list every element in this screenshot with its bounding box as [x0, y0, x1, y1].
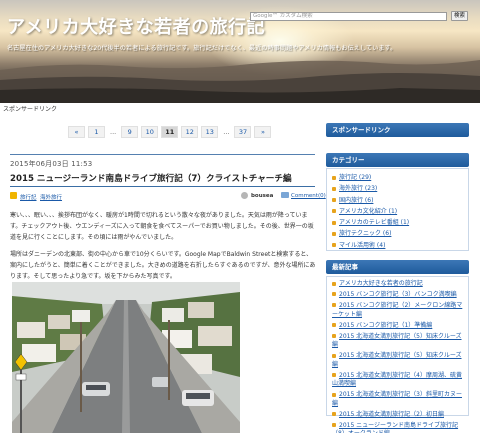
sidebar-recent-header: 最新記事	[326, 260, 469, 274]
bullet-icon	[332, 209, 336, 214]
bullet-icon	[332, 303, 336, 308]
sidebar-sponsor-header: スポンサードリンク	[326, 123, 469, 137]
divider	[10, 154, 315, 155]
page-link[interactable]: 12	[181, 126, 199, 138]
recent-post-item[interactable]: 2015 北海道女満別旅行記（3）斜里町カヌー編	[332, 391, 463, 408]
bullet-icon	[332, 423, 336, 428]
bullet-icon	[332, 220, 336, 225]
bullet-icon	[332, 186, 336, 191]
bullet-icon	[332, 323, 336, 328]
bullet-icon	[332, 231, 336, 236]
page-ellipsis: ...	[223, 128, 230, 136]
page-link[interactable]: 13	[201, 126, 219, 138]
recent-post-item[interactable]: 2015 北海道女満別旅行記（5）知床クルーズ編	[332, 352, 463, 369]
post-paragraph: 場所はダニーデンの北東部、街の中心から車で10分くらいです。Google Map…	[10, 251, 316, 280]
page-link[interactable]: 10	[141, 126, 159, 138]
page-link[interactable]: 37	[234, 126, 252, 138]
recent-post-item[interactable]: 2015 北海道女満別旅行記（4）摩周湖、硫黄山満喫編	[332, 372, 463, 389]
page-link[interactable]: 1	[88, 126, 105, 138]
recent-post-item[interactable]: 2015 バンコク旅行記（2）メークロン線路マーケット編	[332, 302, 463, 319]
category-link[interactable]: 海外旅行	[40, 193, 62, 201]
category-item[interactable]: アメリカ文化紹介 (1)	[332, 206, 463, 217]
search-button[interactable]: 検索	[451, 11, 468, 21]
bullet-icon	[332, 175, 336, 180]
recent-post-item[interactable]: 2015 バンコク旅行記（1）準備編	[332, 322, 463, 331]
pagination: « 1 ... 9 10 11 12 13 ... 37 »	[68, 126, 272, 138]
bullet-icon	[332, 292, 336, 297]
post-paragraph: 寒い、、、眠い、、、挨拶布団がなく、暖房が1時間で切れるという散々な夜がありまし…	[10, 212, 314, 241]
category-item[interactable]: 海外旅行 (23)	[332, 183, 463, 194]
bullet-icon	[332, 412, 336, 417]
bullet-icon	[332, 353, 336, 358]
category-list: 旅行記 (29) 海外旅行 (23) 国内旅行 (6) アメリカ文化紹介 (1)…	[327, 169, 468, 254]
recent-posts-box: アメリカ大好きな若者の旅行記 2015 バンコク旅行記（3）バンコク満喫編 20…	[326, 276, 469, 433]
folder-icon	[10, 192, 17, 199]
comment-icon	[281, 192, 289, 198]
recent-post-item[interactable]: 2015 北海道女満別旅行記（2）初日編	[332, 411, 463, 420]
comment-link[interactable]: Comment(0)	[291, 193, 326, 199]
user-icon	[241, 192, 248, 199]
page-current: 11	[161, 126, 179, 138]
bullet-icon	[332, 243, 336, 248]
page-ellipsis: ...	[110, 128, 117, 136]
recent-posts-list: アメリカ大好きな若者の旅行記 2015 バンコク旅行記（3）バンコク満喫編 20…	[327, 277, 468, 433]
recent-post-item[interactable]: 2015 バンコク旅行記（3）バンコク満喫編	[332, 291, 463, 300]
post-title[interactable]: 2015 ニュージーランド南島ドライブ旅行記（7）クライストチャーチ編	[10, 172, 292, 184]
category-box: 旅行記 (29) 海外旅行 (23) 国内旅行 (6) アメリカ文化紹介 (1)…	[326, 168, 469, 251]
post-author[interactable]: bousea	[251, 193, 273, 199]
sponsored-links-label: スポンサードリンク	[3, 106, 58, 113]
post-date: 2015年06月03日 11:53	[10, 160, 93, 168]
sidebar-category-header: カテゴリー	[326, 153, 469, 167]
page-next-button[interactable]: »	[254, 126, 272, 138]
site-title[interactable]: アメリカ大好きな若者の旅行記	[7, 13, 265, 39]
recent-post-item[interactable]: アメリカ大好きな若者の旅行記	[332, 280, 463, 289]
recent-post-item[interactable]: 2015 北海道女満別旅行記（5）知床クルーズ編	[332, 333, 463, 350]
category-link[interactable]: 旅行記	[20, 193, 37, 201]
page-link[interactable]: 9	[121, 126, 139, 138]
site-header: アメリカ大好きな若者の旅行記 名古屋在住のアメリカ大好きな20代後半の若者による…	[0, 0, 480, 103]
bullet-icon	[332, 198, 336, 203]
category-item[interactable]: 旅行記 (29)	[332, 172, 463, 183]
post-meta: 旅行記 海外旅行 bousea Comment(0)	[10, 191, 326, 204]
category-item[interactable]: マイル活用術 (4)	[332, 240, 463, 251]
category-item[interactable]: 旅行テクニック (6)	[332, 228, 463, 239]
divider	[10, 186, 315, 187]
bullet-icon	[332, 334, 336, 339]
search-input[interactable]: Google™ カスタム検索	[250, 12, 447, 21]
baldwin-street-photo	[12, 282, 240, 433]
bullet-icon	[332, 392, 336, 397]
page-prev-button[interactable]: «	[68, 126, 85, 138]
site-description: 名古屋在住のアメリカ大好きな20代後半の若者による旅行記です。旅行記だけでなく、…	[7, 45, 397, 52]
category-item[interactable]: 国内旅行 (6)	[332, 195, 463, 206]
category-item[interactable]: アメリカのテレビ番組 (1)	[332, 217, 463, 228]
bullet-icon	[332, 281, 336, 286]
bullet-icon	[332, 373, 336, 378]
recent-post-item[interactable]: 2015 ニュージーランド南島ドライブ旅行記（8）オークランド編	[332, 422, 463, 433]
